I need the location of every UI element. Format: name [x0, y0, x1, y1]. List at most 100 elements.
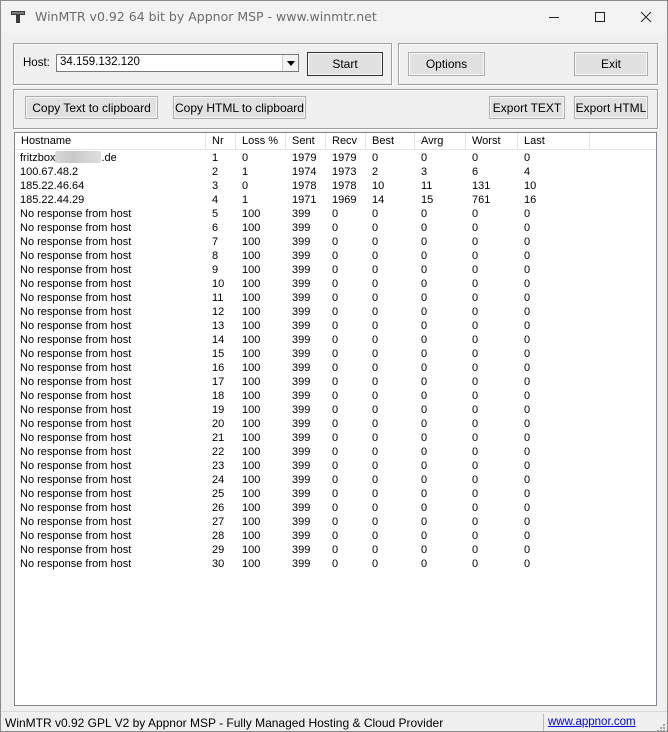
cell-worst: 0 [472, 474, 479, 486]
column-header-worst[interactable]: Worst [466, 133, 518, 149]
cell-sent: 399 [292, 474, 311, 486]
cell-loss: 100 [242, 558, 261, 570]
cell-worst: 6 [472, 166, 479, 178]
table-row[interactable]: No response from host 26 100 399 0 0 0 0 0 [15, 501, 656, 515]
column-header-loss[interactable]: Loss % [236, 133, 286, 149]
table-row[interactable]: No response from host 7 100 399 0 0 0 0 0 [15, 235, 656, 249]
cell-best: 0 [372, 152, 379, 164]
cell-recv: 0 [332, 446, 339, 458]
appnor-link[interactable]: www.appnor.com [548, 716, 636, 728]
cell-nr: 27 [212, 516, 225, 528]
table-row[interactable]: 185.22.44.29 4 1 1971 1969 14 15 761 16 [15, 193, 656, 207]
cell-best: 0 [372, 418, 379, 430]
table-row[interactable]: No response from host 29 100 399 0 0 0 0 0 [15, 543, 656, 557]
copy-text-button[interactable]: Copy Text to clipboard [25, 96, 158, 119]
cell-avrg: 0 [421, 474, 428, 486]
table-row[interactable]: No response from host 24 100 399 0 0 0 0 0 [15, 473, 656, 487]
cell-loss: 100 [242, 208, 261, 220]
export-html-button[interactable]: Export HTML [574, 96, 648, 119]
cell-best: 0 [372, 222, 379, 234]
table-row[interactable]: No response from host 16 100 399 0 0 0 0 0 [15, 361, 656, 375]
cell-nr: 13 [212, 320, 225, 332]
cell-worst: 0 [472, 502, 479, 514]
cell-worst: 0 [472, 530, 479, 542]
table-row[interactable]: No response from host 20 100 399 0 0 0 0 0 [15, 417, 656, 431]
minimize-button[interactable] [531, 1, 577, 33]
cell-hostname: No response from host [20, 558, 132, 570]
cell-nr: 3 [212, 180, 219, 192]
table-row[interactable]: No response from host 17 100 399 0 0 0 0 0 [15, 375, 656, 389]
table-row[interactable]: 185.22.46.64 3 0 1978 1978 10 11 131 10 [15, 179, 656, 193]
table-row[interactable]: No response from host 6 100 399 0 0 0 0 0 [15, 221, 656, 235]
cell-recv: 0 [332, 334, 339, 346]
options-button[interactable]: Options [408, 52, 485, 76]
cell-avrg: 11 [421, 180, 433, 192]
title-bar[interactable]: WinMTR v0.92 64 bit by Appnor MSP - www.… [1, 1, 667, 33]
start-button[interactable]: Start [307, 52, 383, 76]
column-header-avrg[interactable]: Avrg [415, 133, 466, 149]
exit-button[interactable]: Exit [574, 52, 648, 76]
resize-grip-icon[interactable] [655, 722, 665, 732]
column-header-best[interactable]: Best [366, 133, 415, 149]
table-row[interactable]: No response from host 19 100 399 0 0 0 0 0 [15, 403, 656, 417]
cell-hostname: 185.22.44.29 [20, 194, 85, 206]
host-combobox[interactable]: 34.159.132.120 [56, 54, 299, 72]
table-row[interactable]: No response from host 10 100 399 0 0 0 0 0 [15, 277, 656, 291]
table-row[interactable]: No response from host 8 100 399 0 0 0 0 0 [15, 249, 656, 263]
export-text-button[interactable]: Export TEXT [489, 96, 565, 119]
column-header-hostname[interactable]: Hostname [15, 133, 206, 149]
cell-nr: 5 [212, 208, 219, 220]
table-row[interactable]: No response from host 13 100 399 0 0 0 0 0 [15, 319, 656, 333]
cell-worst: 0 [472, 390, 479, 402]
table-row[interactable]: No response from host 21 100 399 0 0 0 0 0 [15, 431, 656, 445]
host-input[interactable]: 34.159.132.120 [60, 56, 140, 68]
results-list[interactable]: Hostname Nr Loss % Sent Recv Best Avrg Worst Las… [14, 132, 657, 706]
cell-avrg: 0 [421, 544, 428, 556]
cell-best: 10 [372, 180, 385, 192]
table-row[interactable]: No response from host 11 100 399 0 0 0 0 0 [15, 291, 656, 305]
cell-last: 0 [524, 558, 531, 570]
cell-nr: 11 [212, 292, 224, 304]
column-header-recv[interactable]: Recv [326, 133, 366, 149]
cell-sent: 1979 [292, 152, 317, 164]
cell-hostname: No response from host [20, 502, 132, 514]
column-header-nr[interactable]: Nr [206, 133, 236, 149]
cell-recv: 0 [332, 474, 339, 486]
cell-avrg: 0 [421, 460, 428, 472]
table-row[interactable]: No response from host 28 100 399 0 0 0 0 0 [15, 529, 656, 543]
cell-sent: 399 [292, 278, 311, 290]
column-header-sent[interactable]: Sent [286, 133, 326, 149]
table-row[interactable]: No response from host 27 100 399 0 0 0 0 0 [15, 515, 656, 529]
host-label: Host: [23, 57, 50, 69]
table-row[interactable]: fritzbox .de 1 0 1979 1979 0 0 0 0 [15, 151, 656, 165]
table-row[interactable]: No response from host 15 100 399 0 0 0 0 0 [15, 347, 656, 361]
table-row[interactable]: No response from host 5 100 399 0 0 0 0 0 [15, 207, 656, 221]
cell-avrg: 15 [421, 194, 434, 206]
cell-last: 0 [524, 264, 531, 276]
cell-best: 0 [372, 250, 379, 262]
host-dropdown-button[interactable] [282, 55, 298, 71]
cell-sent: 399 [292, 418, 311, 430]
cell-sent: 399 [292, 502, 311, 514]
cell-recv: 0 [332, 208, 339, 220]
cell-worst: 0 [472, 236, 479, 248]
table-row[interactable]: No response from host 23 100 399 0 0 0 0 0 [15, 459, 656, 473]
table-row[interactable]: No response from host 25 100 399 0 0 0 0 0 [15, 487, 656, 501]
table-row[interactable]: No response from host 22 100 399 0 0 0 0 0 [15, 445, 656, 459]
table-row[interactable]: No response from host 18 100 399 0 0 0 0 0 [15, 389, 656, 403]
maximize-button[interactable] [577, 1, 623, 33]
table-row[interactable]: No response from host 12 100 399 0 0 0 0 0 [15, 305, 656, 319]
cell-last: 0 [524, 418, 531, 430]
table-row[interactable]: No response from host 9 100 399 0 0 0 0 0 [15, 263, 656, 277]
cell-nr: 17 [212, 376, 225, 388]
table-row[interactable]: No response from host 14 100 399 0 0 0 0 0 [15, 333, 656, 347]
copy-html-button[interactable]: Copy HTML to clipboard [173, 96, 306, 119]
table-row[interactable]: No response from host 30 100 399 0 0 0 0 0 [15, 557, 656, 571]
close-button[interactable] [623, 1, 667, 33]
cell-best: 0 [372, 488, 379, 500]
cell-nr: 22 [212, 446, 225, 458]
table-row[interactable]: 100.67.48.2 2 1 1974 1973 2 3 6 4 [15, 165, 656, 179]
cell-sent: 1974 [292, 166, 317, 178]
column-header-last[interactable]: Last [518, 133, 590, 149]
winmtr-window: WinMTR v0.92 64 bit by Appnor MSP - www.… [0, 0, 668, 732]
